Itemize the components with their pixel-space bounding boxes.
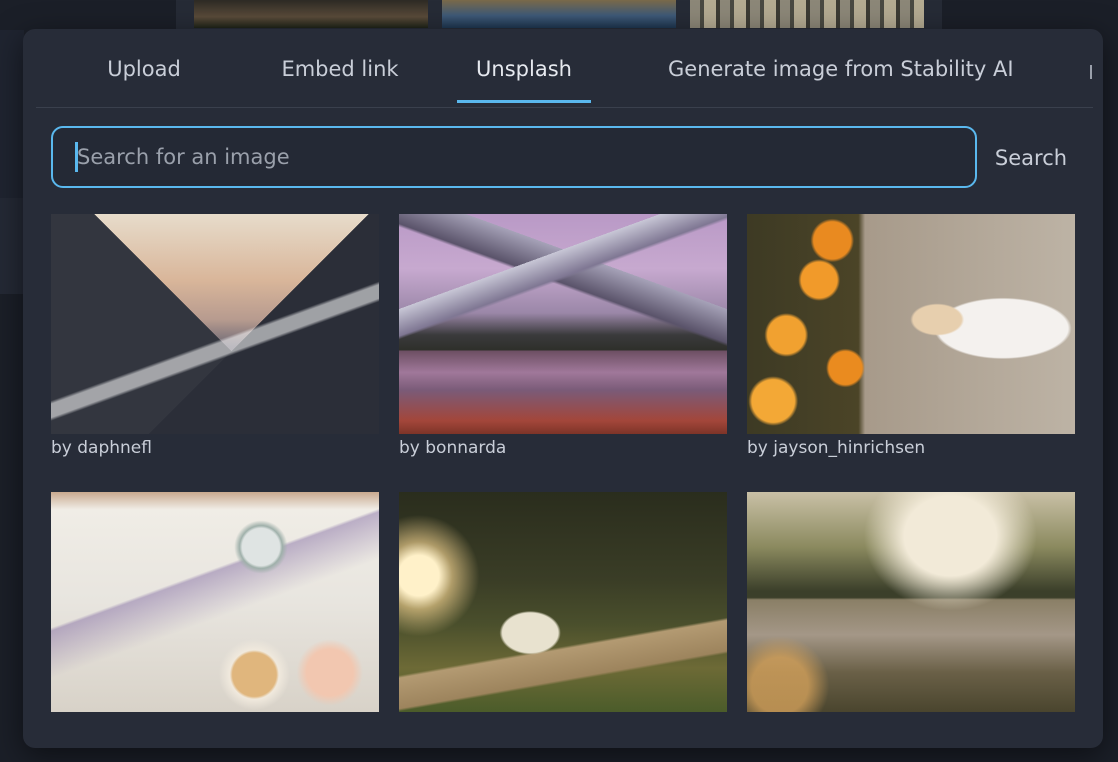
image-result-card[interactable] [51, 492, 379, 716]
tab-label: Generate image from Stability AI [668, 57, 1014, 81]
image-picker-modal: Upload Embed link Unsplash Generate imag… [23, 29, 1103, 748]
tab-label: Embed link [281, 57, 399, 81]
image-result-card[interactable] [747, 492, 1075, 716]
background-thumbnail [442, 0, 676, 28]
photo-credit: by jayson_hinrichsen [747, 438, 926, 458]
vintage-car-photo[interactable] [399, 492, 727, 712]
tab-bar: Upload Embed link Unsplash Generate imag… [36, 29, 1093, 108]
image-result-card[interactable] [399, 492, 727, 716]
search-input[interactable] [51, 126, 977, 188]
text-caret [75, 142, 78, 172]
tab-generate-stability-ai[interactable]: Generate image from Stability AI [668, 57, 1014, 103]
tab-label: Upload [107, 57, 181, 81]
tab-overflow-indicator [1090, 65, 1092, 79]
tab-embed-link[interactable]: Embed link [264, 57, 416, 103]
background-thumbnail [194, 0, 428, 28]
tab-label: Unsplash [476, 57, 572, 81]
image-result-card[interactable]: by daphnefl [51, 214, 379, 458]
image-result-card[interactable]: by jayson_hinrichsen [747, 214, 1075, 458]
photo-credit: by daphnefl [51, 438, 152, 458]
active-tab-indicator [457, 100, 591, 103]
background-sidebar [0, 30, 24, 198]
woman-in-flowers-photo[interactable] [747, 214, 1075, 434]
mountain-photo[interactable] [51, 214, 379, 434]
photo-credit: by bonnarda [399, 438, 507, 458]
tab-upload[interactable]: Upload [88, 57, 200, 103]
search-button[interactable]: Search [989, 133, 1073, 183]
paint-brushes-photo[interactable] [51, 492, 379, 712]
deer-meadow-photo[interactable] [747, 492, 1075, 712]
background-thumbnail [690, 0, 924, 28]
volcano-lake-photo[interactable] [399, 214, 727, 434]
image-result-card[interactable]: by bonnarda [399, 214, 727, 458]
tab-unsplash[interactable]: Unsplash [457, 57, 591, 103]
